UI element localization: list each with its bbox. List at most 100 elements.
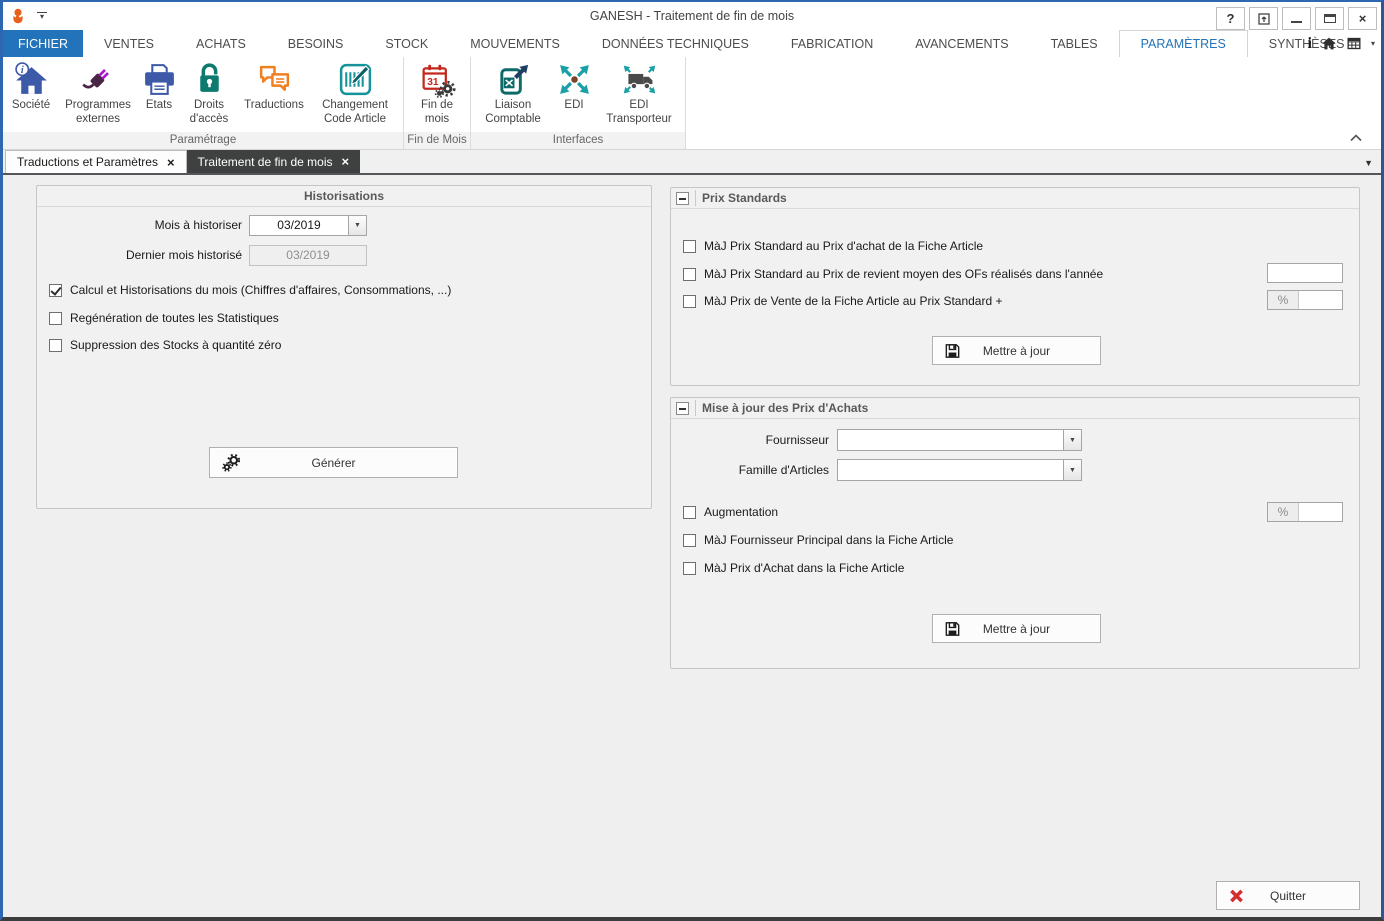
panel-historisations: Historisations Mois à historiser 03/2019… xyxy=(36,185,652,509)
menu-mouvements[interactable]: MOUVEMENTS xyxy=(449,30,581,57)
ribbon-item-etats[interactable]: Etats xyxy=(139,60,179,113)
checkbox[interactable] xyxy=(683,240,696,253)
checkbox-row-maj-prix-vente[interactable]: MàJ Prix de Vente de la Fiche Article au… xyxy=(683,294,1003,308)
quick-access-caret-icon[interactable]: ▾ xyxy=(37,12,47,20)
famille-articles-combobox[interactable]: ▼ xyxy=(837,459,1082,481)
menu-fichier[interactable]: FICHIER xyxy=(3,30,83,57)
generer-button[interactable]: Générer xyxy=(209,447,458,478)
collapse-icon[interactable] xyxy=(676,402,689,415)
app-window: ▾ GANESH - Traitement de fin de mois ? ×… xyxy=(0,0,1384,921)
percent-input[interactable] xyxy=(1299,291,1342,309)
ribbon-item-liaison-comptable[interactable]: Liaison Comptable xyxy=(473,60,553,126)
tab-close-icon[interactable]: × xyxy=(342,155,350,168)
minimize-button[interactable] xyxy=(1282,7,1311,30)
ribbon-item-edi-transporteur[interactable]: EDI Transporteur xyxy=(595,60,683,126)
mois-a-historiser-combobox[interactable]: 03/2019 ▼ xyxy=(249,215,367,236)
close-button[interactable]: × xyxy=(1348,7,1377,30)
panel-maj-prix-achats: Mise à jour des Prix d'Achats Fournisseu… xyxy=(670,397,1360,669)
checkbox[interactable] xyxy=(683,562,696,575)
chevron-down-icon[interactable]: ▼ xyxy=(1063,460,1081,480)
ribbon-menu-bar: FICHIER VENTES ACHATS BESOINS STOCK MOUV… xyxy=(3,30,1381,57)
info-icon[interactable]: i xyxy=(1308,35,1312,53)
svg-text:31: 31 xyxy=(427,77,439,88)
ribbon-item-fin-de-mois[interactable]: 31 Fin de mois xyxy=(406,60,468,126)
speech-bubbles-icon xyxy=(256,61,293,98)
pin-window-button[interactable] xyxy=(1249,7,1278,30)
chevron-up-icon xyxy=(1350,134,1362,142)
quitter-button[interactable]: Quitter xyxy=(1216,881,1360,910)
chevron-down-icon[interactable]: ▼ xyxy=(348,216,366,235)
ribbon-item-label: Etats xyxy=(146,99,172,113)
printer-icon xyxy=(141,61,178,98)
checkbox[interactable] xyxy=(683,295,696,308)
menu-parametres[interactable]: PARAMÈTRES xyxy=(1119,30,1248,57)
menu-ventes[interactable]: VENTES xyxy=(83,30,175,57)
menu-avancements[interactable]: AVANCEMENTS xyxy=(894,30,1029,57)
chevron-down-icon[interactable]: ▼ xyxy=(1063,430,1081,450)
menu-donnees-techniques[interactable]: DONNÉES TECHNIQUES xyxy=(581,30,770,57)
maximize-button[interactable] xyxy=(1315,7,1344,30)
window-controls: ? × xyxy=(1216,7,1377,30)
checkbox-row-maj-prix-achat[interactable]: MàJ Prix d'Achat dans la Fiche Article xyxy=(683,561,904,575)
checkbox-row-maj-prix-standard-achat[interactable]: MàJ Prix Standard au Prix d'achat de la … xyxy=(683,239,983,253)
ribbon-item-programmes-externes[interactable]: Programmes externes xyxy=(57,60,139,126)
button-label: Générer xyxy=(210,448,457,477)
menu-achats[interactable]: ACHATS xyxy=(175,30,267,57)
tab-traitement-de-fin-de-mois[interactable]: Traitement de fin de mois × xyxy=(187,150,361,173)
house-info-icon: i xyxy=(13,61,50,98)
fournisseur-combobox[interactable]: ▼ xyxy=(837,429,1082,451)
ribbon-item-label: Programmes externes xyxy=(61,99,135,126)
ribbon-group-interfaces: Liaison Comptable EDI xyxy=(471,57,686,149)
title-bar: ▾ GANESH - Traitement de fin de mois ? × xyxy=(3,2,1381,30)
percent-field: % xyxy=(1267,290,1343,310)
of-value-input[interactable] xyxy=(1267,263,1343,283)
calculator-caret-icon[interactable]: ▾ xyxy=(1371,39,1375,48)
checkbox-row-suppression-stocks[interactable]: Suppression des Stocks à quantité zéro xyxy=(49,338,281,352)
ribbon-item-edi[interactable]: EDI xyxy=(553,60,595,113)
combobox-value xyxy=(838,430,1063,450)
home-icon[interactable] xyxy=(1321,36,1337,51)
collapse-icon[interactable] xyxy=(676,192,689,205)
ribbon-item-societe[interactable]: i Société xyxy=(5,60,57,113)
percent-input[interactable] xyxy=(1299,503,1342,521)
percent-label: % xyxy=(1268,503,1299,521)
ribbon-collapse-button[interactable] xyxy=(1347,131,1365,145)
calculator-icon[interactable] xyxy=(1346,36,1362,51)
tab-traductions-et-parametres[interactable]: Traductions et Paramètres × xyxy=(5,150,187,173)
checkbox-label: MàJ Prix d'Achat dans la Fiche Article xyxy=(704,561,904,575)
mettre-a-jour-button-prix-standards[interactable]: Mettre à jour xyxy=(932,336,1101,365)
ribbon-item-traductions[interactable]: Traductions xyxy=(239,60,309,113)
checkbox[interactable] xyxy=(49,339,62,352)
checkbox[interactable] xyxy=(49,284,62,297)
checkbox[interactable] xyxy=(683,268,696,281)
menu-fabrication[interactable]: FABRICATION xyxy=(770,30,894,57)
checkbox[interactable] xyxy=(683,506,696,519)
checkbox-row-regeneration-statistiques[interactable]: Regénération de toutes les Statistiques xyxy=(49,311,279,325)
window-pin-icon xyxy=(1257,12,1271,26)
help-button[interactable]: ? xyxy=(1216,7,1245,30)
checkbox-label: MàJ Fournisseur Principal dans la Fiche … xyxy=(704,533,953,547)
menu-besoins[interactable]: BESOINS xyxy=(267,30,365,57)
arrows-exchange-icon xyxy=(556,61,593,98)
menu-tables[interactable]: TABLES xyxy=(1030,30,1119,57)
ribbon-item-label: Changement Code Article xyxy=(313,99,397,126)
ribbon-item-droits-acces[interactable]: Droits d'accès xyxy=(179,60,239,126)
ribbon-group-label: Paramétrage xyxy=(3,132,403,149)
mois-a-historiser-label: Mois à historiser xyxy=(37,218,242,232)
menu-stock[interactable]: STOCK xyxy=(364,30,449,57)
tab-list-caret-icon[interactable]: ▼ xyxy=(1364,158,1373,168)
panel-title: Mise à jour des Prix d'Achats xyxy=(702,401,868,415)
minimize-icon xyxy=(1291,21,1302,23)
checkbox[interactable] xyxy=(49,312,62,325)
checkbox-row-calcul-historisations[interactable]: Calcul et Historisations du mois (Chiffr… xyxy=(49,283,451,297)
dernier-mois-historise-label: Dernier mois historisé xyxy=(37,248,242,262)
ribbon-item-changement-code-article[interactable]: Changement Code Article xyxy=(309,60,401,126)
spreadsheet-link-icon xyxy=(495,61,532,98)
tab-close-icon[interactable]: × xyxy=(167,156,175,169)
button-label: Mettre à jour xyxy=(933,337,1100,364)
checkbox[interactable] xyxy=(683,534,696,547)
checkbox-row-maj-prix-standard-revient[interactable]: MàJ Prix Standard au Prix de revient moy… xyxy=(683,267,1103,281)
checkbox-row-augmentation[interactable]: Augmentation xyxy=(683,505,778,519)
checkbox-row-maj-fournisseur-principal[interactable]: MàJ Fournisseur Principal dans la Fiche … xyxy=(683,533,953,547)
mettre-a-jour-button-prix-achats[interactable]: Mettre à jour xyxy=(932,614,1101,643)
